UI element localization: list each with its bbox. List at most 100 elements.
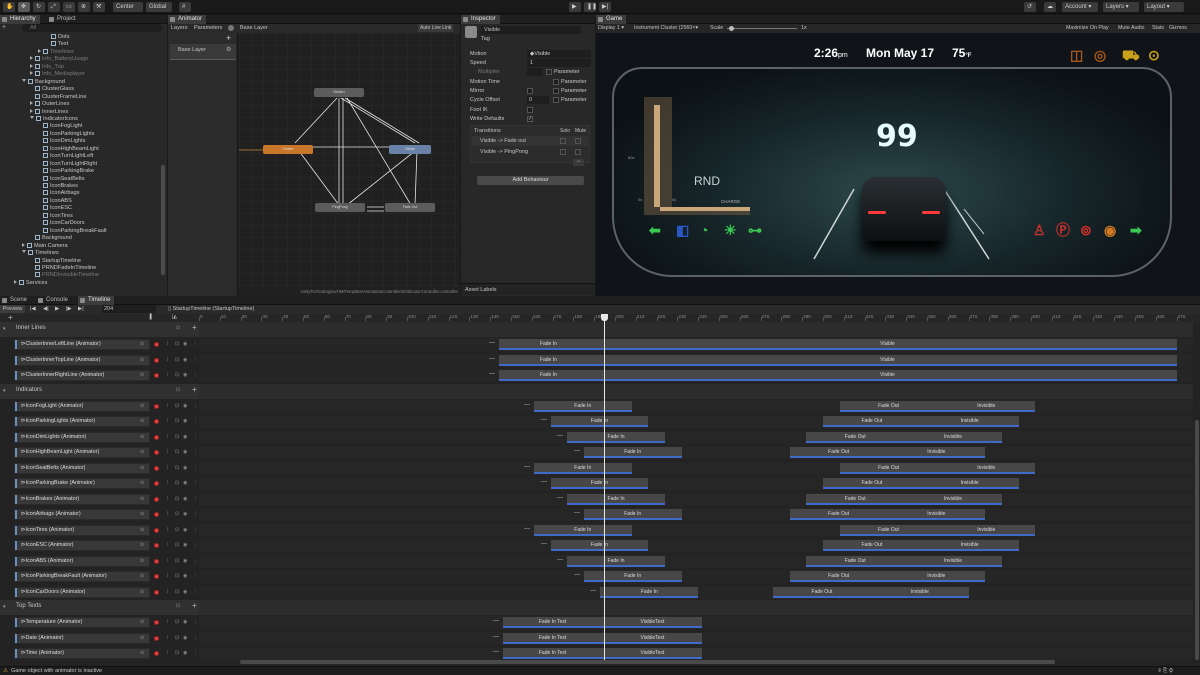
timeline-clip[interactable]: Invisible — [887, 447, 986, 458]
timeline-clip[interactable]: Fade In — [498, 339, 599, 350]
object-picker-icon[interactable]: ⊙ — [140, 619, 144, 625]
timeline-clip[interactable]: Fade Out — [773, 586, 871, 598]
tab-console[interactable]: Console — [36, 296, 72, 305]
object-picker-icon[interactable]: ⊙ — [140, 542, 144, 548]
hierarchy-item[interactable]: IconFogLight — [38, 123, 82, 130]
record-icon[interactable] — [154, 342, 159, 347]
lock-track-icon[interactable]: ⊡ — [175, 589, 179, 595]
timeline-clip[interactable]: Fade In — [550, 416, 649, 427]
timeline-vertical-scrollbar[interactable] — [1195, 420, 1199, 660]
lock-track-icon[interactable]: ⊡ — [175, 496, 179, 502]
resolution-dropdown[interactable]: Instrument Cluster (2560×▾ — [634, 24, 698, 33]
add-layer-icon[interactable]: + — [226, 33, 231, 43]
timeline-clip[interactable]: Invisible — [920, 478, 1019, 489]
play-timeline-icon[interactable]: ▶ — [55, 305, 59, 314]
pause-button[interactable]: ❚❚ — [584, 2, 597, 12]
hierarchy-item[interactable]: IconTurnLightRight — [38, 160, 97, 168]
track-header[interactable]: ⊳IconHighBeamLight (Animator) — [14, 447, 150, 458]
timeline-clip[interactable]: Invisible — [904, 555, 1002, 567]
curves-toggle-icon[interactable]: ⁞ — [167, 465, 168, 471]
timeline-clip[interactable]: Invisible — [870, 586, 969, 598]
track-menu-icon[interactable]: ⋮ — [193, 558, 198, 564]
object-picker-icon[interactable]: ⊙ — [140, 357, 144, 363]
record-icon[interactable] — [154, 419, 159, 424]
timeline-clip[interactable]: Visible — [598, 370, 1177, 381]
track-menu-icon[interactable]: ⋮ — [193, 465, 198, 471]
object-picker-icon[interactable]: ⊙ — [140, 418, 144, 424]
record-icon[interactable] — [154, 403, 159, 409]
prev-frame-icon[interactable]: ◀| — [43, 305, 49, 314]
mirror-checkbox[interactable] — [527, 88, 533, 94]
hierarchy-item[interactable]: IconParkingLights — [38, 130, 94, 138]
object-picker-icon[interactable]: ⊙ — [140, 496, 144, 502]
curves-icon[interactable]: |◭ — [172, 314, 177, 320]
add-icon[interactable]: + — [2, 24, 8, 31]
record-icon[interactable] — [154, 373, 159, 378]
lock-track-icon[interactable]: ⊡ — [175, 635, 179, 641]
cycle-offset-parameter-checkbox[interactable] — [553, 97, 559, 103]
curves-toggle-icon[interactable]: ⁞ — [167, 434, 168, 440]
tab-animator[interactable]: Animator — [168, 15, 207, 24]
mute-track-icon[interactable]: ◉ — [183, 418, 187, 424]
timeline-clip[interactable]: Fade Out — [839, 524, 938, 536]
cloud-icon[interactable]: ☁ — [1044, 2, 1056, 12]
object-picker-icon[interactable]: ⊙ — [140, 341, 144, 347]
timeline-clip[interactable]: Fade In — [583, 571, 682, 582]
hierarchy-item[interactable]: Services — [14, 279, 47, 287]
status-message[interactable]: Game object with animator is inactive — [11, 667, 102, 675]
lock-track-icon[interactable]: ⊡ — [175, 465, 179, 471]
hierarchy-item[interactable]: IconABS — [38, 197, 72, 205]
object-picker-icon[interactable]: ⊙ — [140, 511, 144, 517]
mute-track-icon[interactable]: ◉ — [183, 465, 187, 471]
object-picker-icon[interactable]: ⊙ — [140, 573, 144, 579]
chevron-down-icon[interactable]: ▾ — [3, 388, 6, 394]
object-picker-icon[interactable]: ⊙ — [140, 650, 144, 656]
add-track-icon[interactable]: + — [8, 313, 13, 322]
track-group-header[interactable]: ▾ Top Texts ⊡ + — [0, 600, 199, 615]
timeline-clip[interactable]: Fade In — [583, 509, 682, 520]
timeline-clip[interactable]: Invisible — [937, 462, 1036, 474]
hierarchy-item[interactable]: Main Camera — [22, 242, 68, 250]
track-header[interactable]: ⊳IconABS (Animator) — [14, 555, 150, 567]
lock-icon[interactable]: ⊡ — [176, 387, 180, 393]
record-icon[interactable] — [154, 527, 159, 533]
mute-track-icon[interactable]: ◉ — [183, 341, 187, 347]
curves-toggle-icon[interactable]: ⁞ — [167, 341, 168, 347]
eye-icon[interactable] — [228, 25, 234, 31]
hierarchy-item[interactable]: IconParkingBrake — [38, 168, 94, 175]
object-picker-icon[interactable]: ⊙ — [140, 480, 144, 486]
timeline-clip[interactable]: Fade In Text — [502, 632, 603, 644]
hierarchy-item[interactable]: Info_Mediaplayer — [30, 71, 85, 78]
timeline-clip[interactable]: Fade Out — [806, 431, 905, 443]
curves-toggle-icon[interactable]: ⁞ — [167, 573, 168, 579]
mute-track-icon[interactable]: ◉ — [183, 542, 187, 548]
hierarchy-item[interactable]: StartupTimeline — [30, 257, 81, 265]
record-icon[interactable] — [154, 651, 159, 656]
curves-toggle-icon[interactable]: ⁞ — [167, 650, 168, 656]
lock-icon[interactable]: ⊡ — [176, 325, 180, 331]
solo-checkbox-2[interactable] — [560, 149, 566, 155]
timeline-clip[interactable]: VisibleText — [602, 632, 703, 644]
timeline-scrollbar[interactable] — [240, 660, 1055, 664]
hierarchy-item[interactable]: ClusterFrameLine — [30, 93, 86, 101]
curves-toggle-icon[interactable]: ⁞ — [167, 635, 168, 641]
chevron-down-icon[interactable]: ▾ — [3, 604, 6, 610]
track-header[interactable]: ⊳IconDimLights (Animator) — [14, 431, 150, 443]
auto-live-link-button[interactable]: Auto Live Link — [418, 24, 454, 32]
account-dropdown[interactable]: Account ▾ — [1062, 2, 1098, 12]
remove-transition-button[interactable]: − — [573, 159, 584, 166]
track-header[interactable]: ⊳ClusterInnerLeftLine (Animator) — [14, 339, 150, 350]
record-icon[interactable] — [154, 558, 159, 564]
timeline-asset-breadcrumb[interactable]: ▯ StartupTimeline (StartupTimeline) — [168, 305, 254, 314]
curves-toggle-icon[interactable]: ⁞ — [167, 357, 168, 363]
mute-checkbox-1[interactable] — [575, 138, 581, 144]
track-menu-icon[interactable]: ⋮ — [193, 449, 198, 455]
lock-track-icon[interactable]: ⊡ — [175, 650, 179, 656]
undo-history-icon[interactable]: ↺ — [1024, 2, 1036, 12]
hierarchy-item[interactable]: IconTires — [38, 212, 73, 220]
speed-field[interactable]: 1 — [527, 59, 591, 67]
track-header[interactable]: ⊳IconFogLight (Animator) — [14, 400, 150, 412]
gizmos-toggle[interactable]: Gizmos — [1169, 24, 1187, 33]
lock-track-icon[interactable]: ⊡ — [175, 418, 179, 424]
tab-inspector[interactable]: Inspector — [461, 15, 500, 24]
